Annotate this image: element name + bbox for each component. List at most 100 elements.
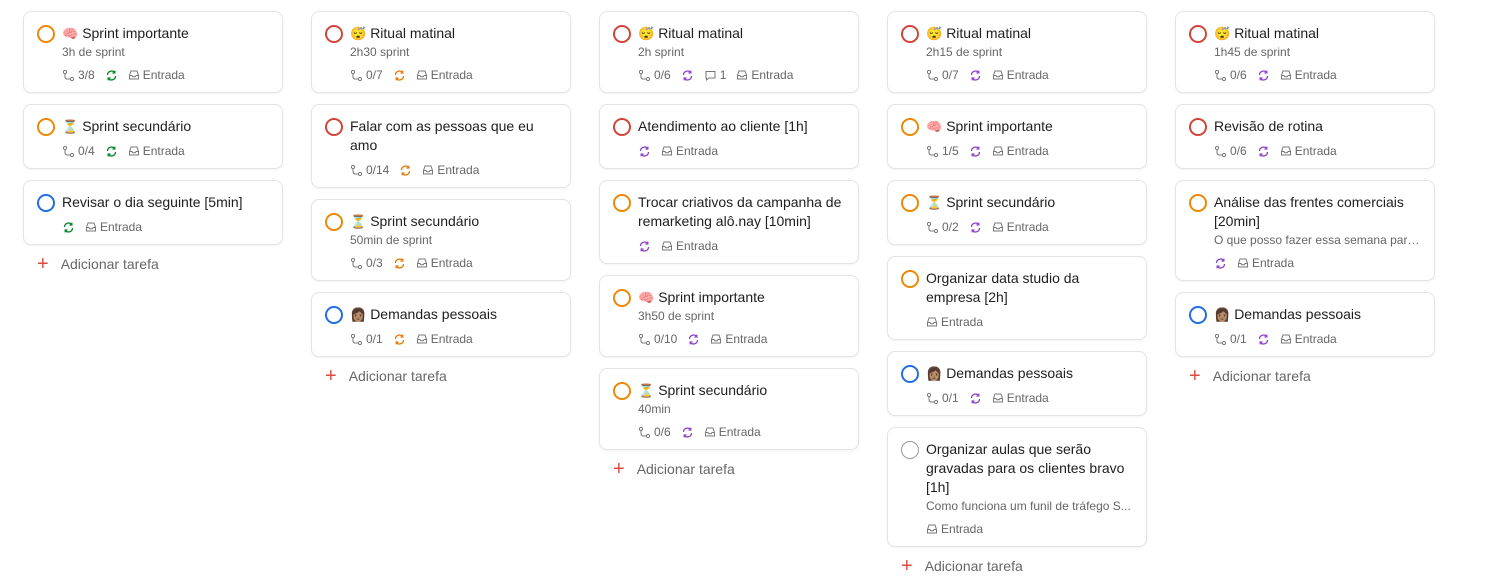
recurring-icon: [681, 69, 694, 82]
task-meta: Entrada: [638, 144, 846, 158]
task-card[interactable]: ⏳ Sprint secundário 0/2 Entrada: [887, 180, 1147, 245]
task-title-row: 😴 Ritual matinal: [1214, 24, 1422, 43]
task-checkbox[interactable]: [325, 25, 343, 43]
task-card[interactable]: 😴 Ritual matinal 1h45 de sprint 0/6 Entrada: [1175, 11, 1435, 93]
task-card[interactable]: 👩🏽 Demandas pessoais 0/1 Entrada: [311, 292, 571, 357]
add-task-button[interactable]: + Adicionar tarefa: [311, 366, 571, 386]
task-card[interactable]: 👩🏽 Demandas pessoais 0/1 Entrada: [887, 351, 1147, 416]
task-checkbox[interactable]: [613, 194, 631, 212]
add-task-button[interactable]: + Adicionar tarefa: [599, 459, 859, 479]
project-label[interactable]: Entrada: [992, 68, 1049, 82]
subtask-count-text: 0/10: [654, 332, 678, 346]
task-emoji: ⏳: [62, 119, 79, 134]
project-label[interactable]: Entrada: [992, 220, 1049, 234]
task-card[interactable]: Trocar criativos da campanha de remarket…: [599, 180, 859, 264]
task-title-row: 👩🏽 Demandas pessoais: [926, 364, 1134, 383]
project-label[interactable]: Entrada: [1280, 144, 1337, 158]
project-label[interactable]: Entrada: [128, 68, 185, 82]
task-checkbox[interactable]: [901, 118, 919, 136]
task-card[interactable]: Organizar data studio da empresa [2h] Ent…: [887, 256, 1147, 340]
task-card[interactable]: Análise das frentes comerciais [20min] O …: [1175, 180, 1435, 281]
task-card[interactable]: 😴 Ritual matinal 2h sprint 0/6 1 Entrada: [599, 11, 859, 93]
task-emoji: ⏳: [926, 195, 943, 210]
project-label[interactable]: Entrada: [992, 144, 1049, 158]
task-emoji: 👩🏽: [1214, 307, 1231, 322]
project-label[interactable]: Entrada: [422, 163, 479, 177]
task-checkbox[interactable]: [901, 194, 919, 212]
subtask-count-text: 0/6: [654, 68, 671, 82]
task-checkbox[interactable]: [37, 194, 55, 212]
task-checkbox[interactable]: [325, 306, 343, 324]
add-task-button[interactable]: + Adicionar tarefa: [1175, 366, 1435, 386]
subtask-icon: [926, 145, 939, 158]
project-label[interactable]: Entrada: [661, 144, 718, 158]
recurring-icon: [1257, 333, 1270, 346]
task-title-row: Revisar o dia seguinte [5min]: [62, 193, 270, 212]
task-checkbox[interactable]: [901, 270, 919, 288]
task-card[interactable]: Falar com as pessoas que eu amo 0/14 Entra…: [311, 104, 571, 188]
task-checkbox[interactable]: [901, 25, 919, 43]
task-checkbox[interactable]: [613, 25, 631, 43]
task-description: 1h45 de sprint: [1214, 45, 1291, 59]
task-title: Demandas pessoais: [370, 306, 498, 322]
task-meta: Entrada: [926, 315, 1134, 329]
project-label[interactable]: Entrada: [85, 220, 142, 234]
inbox-icon: [992, 69, 1004, 81]
project-name: Entrada: [718, 425, 761, 439]
project-label[interactable]: Entrada: [736, 68, 793, 82]
project-label[interactable]: Entrada: [1280, 68, 1337, 82]
task-title: Sprint secundário: [658, 382, 768, 398]
project-label[interactable]: Entrada: [416, 256, 473, 270]
task-checkbox[interactable]: [613, 382, 631, 400]
project-label[interactable]: Entrada: [416, 68, 473, 82]
task-emoji: 😴: [926, 26, 943, 41]
task-card[interactable]: Atendimento ao cliente [1h] Entrada: [599, 104, 859, 169]
project-label[interactable]: Entrada: [704, 425, 761, 439]
project-label[interactable]: Entrada: [992, 391, 1049, 405]
task-checkbox[interactable]: [37, 25, 55, 43]
project-label[interactable]: Entrada: [661, 239, 718, 253]
project-label[interactable]: Entrada: [710, 332, 767, 346]
task-checkbox[interactable]: [1189, 194, 1207, 212]
task-card[interactable]: Organizar aulas que serão gravadas para …: [887, 427, 1147, 547]
task-checkbox[interactable]: [325, 118, 343, 136]
recurring-icon: [969, 221, 982, 234]
project-name: Entrada: [1294, 332, 1337, 346]
task-checkbox[interactable]: [901, 441, 919, 459]
task-card[interactable]: 🧠 Sprint importante 1/5 Entrada: [887, 104, 1147, 169]
project-label[interactable]: Entrada: [1237, 256, 1294, 270]
inbox-icon: [128, 69, 140, 81]
task-checkbox[interactable]: [901, 365, 919, 383]
inbox-icon: [1280, 69, 1292, 81]
task-title-row: 👩🏽 Demandas pessoais: [1214, 305, 1422, 324]
task-title-row: Organizar aulas que serão gravadas para …: [926, 440, 1134, 497]
task-meta: 0/7 Entrada: [926, 68, 1134, 82]
task-card[interactable]: 😴 Ritual matinal 2h15 de sprint 0/7 Entrada: [887, 11, 1147, 93]
add-task-button[interactable]: + Adicionar tarefa: [23, 254, 283, 274]
project-label[interactable]: Entrada: [416, 332, 473, 346]
task-meta: Entrada: [638, 239, 846, 253]
task-card[interactable]: Revisão de rotina 0/6 Entrada: [1175, 104, 1435, 169]
task-checkbox[interactable]: [613, 118, 631, 136]
task-card[interactable]: 🧠 Sprint importante 3h50 de sprint 0/10 Entr…: [599, 275, 859, 357]
task-card[interactable]: ⏳ Sprint secundário 40min 0/6 Entrada: [599, 368, 859, 450]
task-card[interactable]: ⏳ Sprint secundário 0/4 Entrada: [23, 104, 283, 169]
task-card[interactable]: 👩🏽 Demandas pessoais 0/1 Entrada: [1175, 292, 1435, 357]
task-checkbox[interactable]: [37, 118, 55, 136]
task-card[interactable]: Revisar o dia seguinte [5min] Entrada: [23, 180, 283, 245]
task-checkbox[interactable]: [1189, 25, 1207, 43]
project-label[interactable]: Entrada: [926, 315, 983, 329]
task-checkbox[interactable]: [1189, 118, 1207, 136]
project-label[interactable]: Entrada: [1280, 332, 1337, 346]
task-card[interactable]: 😴 Ritual matinal 2h30 sprint 0/7 Entrada: [311, 11, 571, 93]
task-checkbox[interactable]: [613, 289, 631, 307]
project-name: Entrada: [725, 332, 768, 346]
add-task-button[interactable]: + Adicionar tarefa: [887, 556, 1147, 576]
task-card[interactable]: ⏳ Sprint secundário 50min de sprint 0/3 Entr…: [311, 199, 571, 281]
project-label[interactable]: Entrada: [926, 522, 983, 536]
task-checkbox[interactable]: [1189, 306, 1207, 324]
task-card[interactable]: 🧠 Sprint importante 3h de sprint 3/8 Entrada: [23, 11, 283, 93]
project-label[interactable]: Entrada: [128, 144, 185, 158]
subtask-count-text: 0/6: [654, 425, 671, 439]
task-checkbox[interactable]: [325, 213, 343, 231]
